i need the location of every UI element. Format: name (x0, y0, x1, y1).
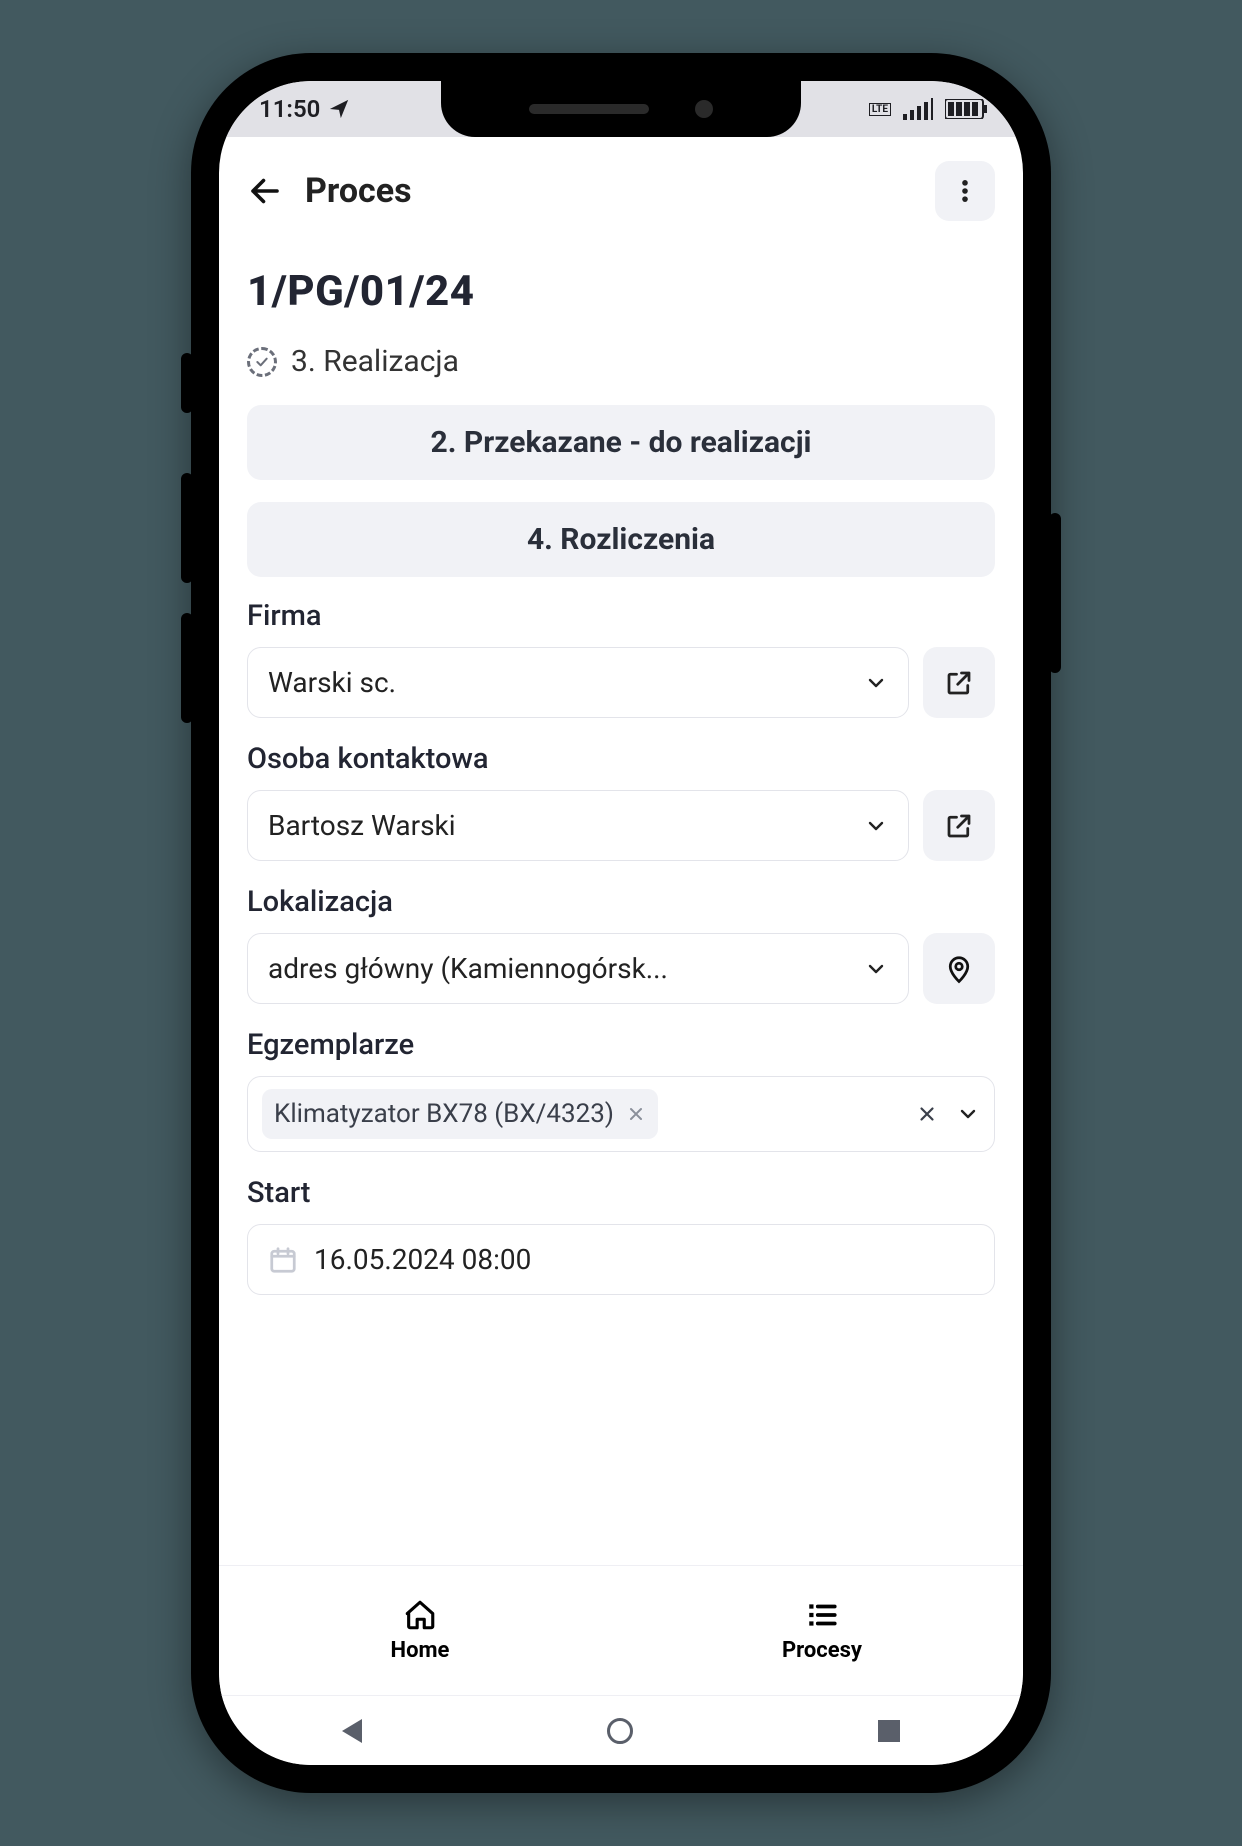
items-multiselect[interactable]: Klimatyzator BX78 (BX/4323) (247, 1076, 995, 1152)
chevron-down-icon (864, 957, 888, 981)
android-home-icon[interactable] (607, 1718, 633, 1744)
label-start: Start (247, 1176, 995, 1210)
start-datetime-input[interactable]: 16.05.2024 08:00 (247, 1224, 995, 1295)
label-company: Firma (247, 599, 995, 633)
external-link-icon (944, 668, 974, 698)
label-contact: Osoba kontaktowa (247, 742, 995, 776)
device-button (181, 353, 193, 413)
contact-value: Bartosz Warski (268, 809, 456, 842)
open-company-button[interactable] (923, 647, 995, 718)
start-value: 16.05.2024 08:00 (314, 1243, 531, 1276)
open-map-button[interactable] (923, 933, 995, 1004)
open-contact-button[interactable] (923, 790, 995, 861)
device-button (181, 473, 193, 583)
device-button (1049, 513, 1061, 673)
current-status-label: 3. Realizacja (291, 344, 459, 379)
clear-all-icon[interactable] (916, 1103, 938, 1125)
content-scroll[interactable]: 1/PG/01/24 3. Realizacja 2. Przekazane -… (219, 239, 1023, 1575)
bottom-nav: Home Procesy (219, 1565, 1023, 1695)
list-icon (805, 1598, 839, 1632)
signal-icon (903, 98, 933, 120)
nav-processes[interactable]: Procesy (621, 1566, 1023, 1695)
device-notch (441, 81, 801, 137)
device-button (181, 613, 193, 723)
map-pin-icon (944, 954, 974, 984)
back-arrow-icon[interactable] (247, 173, 283, 209)
chevron-down-icon (956, 1102, 980, 1126)
chip-remove-icon[interactable] (626, 1104, 646, 1124)
location-value: adres główny (Kamiennogórsk... (268, 952, 668, 985)
nav-home-label: Home (391, 1638, 450, 1663)
current-status: 3. Realizacja (247, 344, 995, 379)
android-back-icon[interactable] (342, 1719, 362, 1743)
overflow-menu-button[interactable] (935, 161, 995, 221)
chevron-down-icon (864, 814, 888, 838)
nav-processes-label: Procesy (782, 1638, 862, 1663)
company-value: Warski sc. (268, 666, 396, 699)
progress-check-icon (247, 347, 277, 377)
status-option-przekazane[interactable]: 2. Przekazane - do realizacji (247, 405, 995, 480)
battery-icon (945, 99, 987, 119)
company-select[interactable]: Warski sc. (247, 647, 909, 718)
android-nav-bar (219, 1695, 1023, 1765)
label-items: Egzemplarze (247, 1028, 995, 1062)
nav-home[interactable]: Home (219, 1566, 621, 1695)
android-recents-icon[interactable] (878, 1720, 900, 1742)
status-time: 11:50 (259, 95, 320, 123)
external-link-icon (944, 811, 974, 841)
more-vertical-icon (951, 177, 979, 205)
calendar-icon (268, 1245, 298, 1275)
status-option-rozliczenia[interactable]: 4. Rozliczenia (247, 502, 995, 577)
chevron-down-icon (864, 671, 888, 695)
home-icon (403, 1598, 437, 1632)
header-title: Proces (305, 171, 412, 211)
location-select[interactable]: adres główny (Kamiennogórsk... (247, 933, 909, 1004)
item-chip: Klimatyzator BX78 (BX/4323) (262, 1089, 658, 1139)
location-icon (328, 98, 350, 120)
page-title: 1/PG/01/24 (247, 267, 995, 316)
contact-select[interactable]: Bartosz Warski (247, 790, 909, 861)
label-location: Lokalizacja (247, 885, 995, 919)
app-header: Proces (219, 137, 1023, 239)
phone-frame: 11:50 LTE (191, 53, 1051, 1793)
item-chip-label: Klimatyzator BX78 (BX/4323) (274, 1099, 614, 1129)
network-lte-badge: LTE (869, 103, 891, 116)
